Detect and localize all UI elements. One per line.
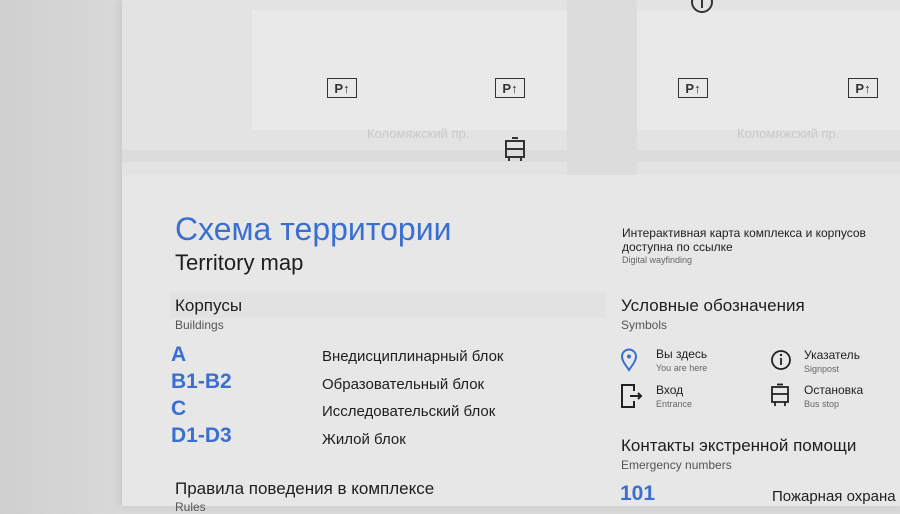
- symbol-label: Вход: [656, 383, 684, 397]
- bus-icon: [505, 137, 525, 161]
- map-block: [252, 10, 572, 130]
- symbol-sub: You are here: [656, 363, 708, 373]
- building-name: Исследовательский блок: [322, 403, 496, 420]
- symbol-label: Указатель: [804, 348, 860, 362]
- symbol-sub: Bus stop: [804, 399, 840, 409]
- bus-icon: [771, 383, 789, 406]
- digital-wayfinding-sub: Digital wayfinding: [622, 255, 693, 265]
- page-title: Схема территории: [175, 211, 452, 247]
- symbols-sub: Symbols: [621, 318, 668, 332]
- buildings-heading: Корпусы: [175, 296, 243, 315]
- page-subtitle: Territory map: [175, 250, 304, 275]
- parking-icon: P↑: [495, 78, 525, 98]
- symbol-sub: Entrance: [656, 399, 693, 409]
- building-code: C: [171, 397, 187, 420]
- emergency-service: Пожарная охрана: [772, 488, 896, 505]
- info-icon: [691, 0, 713, 13]
- building-name: Образовательный блок: [322, 376, 485, 393]
- symbols-heading: Условные обозначения: [621, 296, 805, 315]
- entrance-icon: [621, 384, 643, 408]
- info-icon: [771, 350, 791, 370]
- emergency-sub: Emergency numbers: [621, 458, 732, 472]
- building-name: Внедисциплинарный блок: [322, 348, 504, 365]
- building-name: Жилой блок: [322, 431, 406, 448]
- map-area: Коломяжский пр. Коломяжский пр. P↑ P↑ P↑…: [122, 0, 900, 175]
- parking-icon: P↑: [848, 78, 878, 98]
- building-code: D1-D3: [171, 424, 232, 447]
- building-code: B1-B2: [171, 370, 232, 393]
- digital-wayfinding-text: Интерактивная карта комплекса и корпусов…: [622, 226, 866, 254]
- parking-icon: P↑: [678, 78, 708, 98]
- location-pin-icon: [620, 348, 638, 372]
- rules-heading: Правила поведения в комплексе: [175, 479, 435, 498]
- map-road: [567, 0, 637, 175]
- street-label: Коломяжский пр.: [737, 126, 840, 141]
- street-label: Коломяжский пр.: [367, 126, 470, 141]
- building-code: A: [171, 343, 187, 366]
- rules-sub: Rules: [175, 500, 206, 514]
- symbol-sub: Signpost: [804, 364, 840, 374]
- buildings-sub: Buildings: [175, 318, 224, 332]
- emergency-number: 101: [620, 482, 656, 505]
- emergency-heading: Контакты экстренной помощи: [621, 436, 857, 455]
- map-block: [637, 10, 900, 130]
- parking-icon: P↑: [327, 78, 357, 98]
- symbol-label: Остановка: [804, 383, 864, 397]
- symbol-label: Вы здесь: [656, 347, 708, 361]
